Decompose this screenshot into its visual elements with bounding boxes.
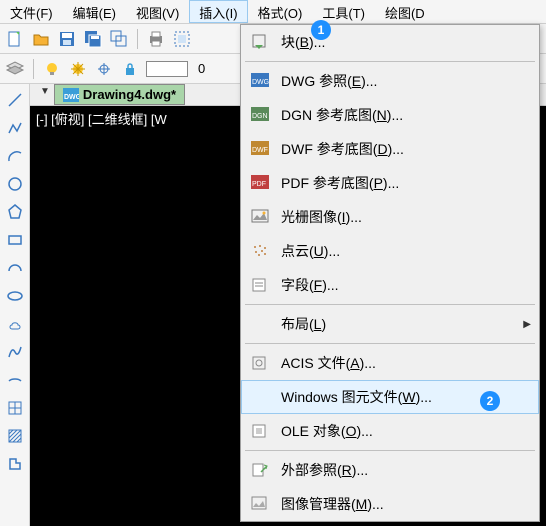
menu-label: PDF 参考底图(P)... (281, 173, 531, 193)
shape-icon[interactable] (5, 454, 25, 474)
saveall-icon[interactable] (83, 29, 103, 49)
arc2-icon[interactable] (5, 258, 25, 278)
menu-view[interactable]: 视图(V) (126, 0, 189, 23)
acis-icon (249, 355, 271, 371)
layer-name-value: 0 (198, 61, 205, 76)
layers-icon[interactable] (5, 59, 25, 79)
draw-toolbar (0, 84, 30, 526)
svg-text:DGN: DGN (252, 113, 268, 120)
menu-item-field[interactable]: 字段(F)... (241, 268, 539, 302)
polyline-icon[interactable] (5, 118, 25, 138)
tab-label: Drawing4.dwg* (83, 87, 176, 102)
hatch-icon[interactable] (5, 426, 25, 446)
menu-item-block[interactable]: 块(B)... (241, 25, 539, 59)
copy-multi-icon[interactable] (109, 29, 129, 49)
separator (245, 450, 535, 451)
separator (245, 343, 535, 344)
separator (245, 61, 535, 62)
vp-freeze-icon[interactable] (94, 59, 114, 79)
separator (137, 29, 138, 49)
dwg-ref-icon: DWG (249, 73, 271, 89)
pointcloud-icon (249, 243, 271, 259)
menu-item-pdf[interactable]: PDF PDF 参考底图(P)... (241, 166, 539, 200)
menu-label: ACIS 文件(A)... (281, 353, 531, 373)
menu-label: DGN 参考底图(N)... (281, 105, 531, 125)
menu-insert[interactable]: 插入(I) (189, 0, 247, 23)
ole-icon (249, 423, 271, 439)
arc-icon[interactable] (5, 146, 25, 166)
menu-item-xref[interactable]: 外部参照(R)... (241, 453, 539, 487)
ellipsearc-icon[interactable] (5, 370, 25, 390)
ellipse-icon[interactable] (5, 286, 25, 306)
menu-label: 字段(F)... (281, 275, 531, 295)
block-icon[interactable] (5, 398, 25, 418)
revcloud-icon[interactable] (5, 314, 25, 334)
submenu-arrow-icon: ▶ (523, 319, 531, 330)
callout-badge-2: 2 (480, 391, 500, 411)
menu-item-pointcloud[interactable]: 点云(U)... (241, 234, 539, 268)
raster-icon (249, 209, 271, 225)
freeze-icon[interactable] (68, 59, 88, 79)
canvas-view-label: [-] [俯视] [二维线框] [W (36, 109, 167, 128)
imagemgr-icon (249, 496, 271, 512)
menu-label: DWG 参照(E)... (281, 71, 531, 91)
svg-text:DWF: DWF (252, 147, 268, 154)
menubar: 文件(F) 编辑(E) 视图(V) 插入(I) 格式(O) 工具(T) 绘图(D (0, 0, 546, 24)
menu-item-layout[interactable]: 布局(L) ▶ (241, 307, 539, 341)
menu-item-dgn[interactable]: DGN DGN 参考底图(N)... (241, 98, 539, 132)
menu-file[interactable]: 文件(F) (0, 0, 63, 23)
layer-color-swatch[interactable] (146, 61, 188, 77)
lock-icon[interactable] (120, 59, 140, 79)
separator (245, 304, 535, 305)
save-icon[interactable] (57, 29, 77, 49)
svg-text:DWG: DWG (252, 79, 269, 86)
menu-item-acis[interactable]: ACIS 文件(A)... (241, 346, 539, 380)
svg-text:DWG: DWG (64, 94, 79, 101)
menu-label: 图像管理器(M)... (281, 494, 531, 514)
xref-icon (249, 462, 271, 478)
menu-label: 点云(U)... (281, 241, 531, 261)
separator (33, 59, 34, 79)
block-insert-icon (249, 33, 271, 51)
menu-draw[interactable]: 绘图(D (375, 0, 435, 23)
plot-preview-icon[interactable] (172, 29, 192, 49)
menu-format[interactable]: 格式(O) (248, 0, 313, 23)
lightbulb-icon[interactable] (42, 59, 62, 79)
insert-dropdown: 块(B)... DWG DWG 参照(E)... DGN DGN 参考底图(N)… (240, 24, 540, 522)
menu-item-dwf[interactable]: DWF DWF 参考底图(D)... (241, 132, 539, 166)
dwf-ref-icon: DWF (249, 141, 271, 157)
menu-edit[interactable]: 编辑(E) (63, 0, 126, 23)
menu-label: OLE 对象(O)... (281, 421, 531, 441)
menu-label: 外部参照(R)... (281, 460, 531, 480)
callout-badge-1: 1 (311, 20, 331, 40)
print-icon[interactable] (146, 29, 166, 49)
menu-item-raster[interactable]: 光栅图像(I)... (241, 200, 539, 234)
menu-label: DWF 参考底图(D)... (281, 139, 531, 159)
new-icon[interactable] (5, 29, 25, 49)
field-icon (249, 277, 271, 293)
tab-arrow-down[interactable]: ▼ (36, 84, 54, 105)
rectangle-icon[interactable] (5, 230, 25, 250)
menu-item-imagemgr[interactable]: 图像管理器(M)... (241, 487, 539, 521)
menu-label: 光栅图像(I)... (281, 207, 531, 227)
dwg-icon: DWG (63, 88, 79, 102)
line-icon[interactable] (5, 90, 25, 110)
menu-item-ole[interactable]: OLE 对象(O)... (241, 414, 539, 448)
spline-icon[interactable] (5, 342, 25, 362)
menu-item-dwg[interactable]: DWG DWG 参照(E)... (241, 64, 539, 98)
drawing-tab[interactable]: DWG Drawing4.dwg* (54, 84, 185, 105)
pdf-ref-icon: PDF (249, 175, 271, 191)
svg-text:PDF: PDF (252, 181, 266, 188)
polygon-icon[interactable] (5, 202, 25, 222)
menu-label: 布局(L) (281, 314, 513, 334)
open-icon[interactable] (31, 29, 51, 49)
dgn-ref-icon: DGN (249, 107, 271, 123)
circle-icon[interactable] (5, 174, 25, 194)
